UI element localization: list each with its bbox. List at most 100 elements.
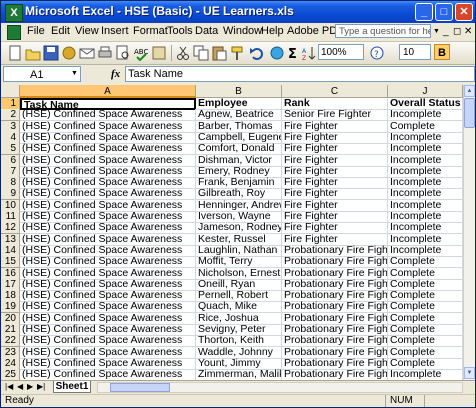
doc-close-button[interactable]: ✕: [464, 26, 472, 37]
select-all-corner[interactable]: [1, 85, 20, 98]
window-title: Microsoft Excel - HSE (Basic) - UE Learn…: [25, 4, 294, 18]
hyperlink-icon[interactable]: [269, 45, 285, 61]
sheet-tab-sheet1[interactable]: Sheet1: [53, 381, 91, 393]
close-button[interactable]: ✕: [455, 3, 473, 21]
row-header[interactable]: 15: [1, 256, 20, 268]
table-cell[interactable]: Gilbreath, Roy: [196, 188, 282, 200]
permission-icon[interactable]: [61, 45, 77, 61]
row-header[interactable]: 22: [1, 335, 20, 347]
print-icon[interactable]: [97, 45, 113, 61]
autosum-icon[interactable]: Σ: [285, 45, 301, 62]
copy-icon[interactable]: [193, 45, 209, 61]
maximize-button[interactable]: □: [435, 3, 453, 21]
scroll-down-button[interactable]: ▼: [464, 367, 475, 379]
menu-file[interactable]: File: [27, 25, 45, 37]
spelling-icon[interactable]: ABC: [133, 45, 149, 62]
scroll-up-button[interactable]: ▲: [464, 85, 475, 97]
menu-data[interactable]: Data: [195, 25, 218, 37]
new-icon[interactable]: [7, 45, 23, 61]
workbook-icon[interactable]: [7, 25, 21, 40]
cut-icon[interactable]: [175, 45, 191, 61]
table-cell[interactable]: Thorton, Keith: [196, 335, 282, 347]
sort-icon[interactable]: AZ: [301, 45, 317, 62]
table-cell[interactable]: (HSE) Confined Space Awareness: [20, 256, 196, 268]
row-header[interactable]: 9: [1, 188, 20, 200]
horizontal-scroll-thumb[interactable]: [110, 383, 170, 392]
formula-input[interactable]: Task Name: [125, 66, 475, 82]
doc-minimize-button[interactable]: _: [443, 26, 449, 37]
column-header-j[interactable]: J: [388, 85, 463, 98]
table-cell[interactable]: Incomplete: [388, 109, 463, 121]
table-cell[interactable]: Fire Fighter: [282, 188, 388, 200]
table-cell[interactable]: Incomplete: [388, 143, 463, 155]
research-icon[interactable]: [151, 45, 167, 61]
table-cell[interactable]: Comfort, Donald: [196, 143, 282, 155]
menu-format[interactable]: Format: [133, 25, 168, 37]
menu-window[interactable]: Window: [223, 25, 262, 37]
table-cell[interactable]: Quach, Mike: [196, 301, 282, 313]
horizontal-scrollbar[interactable]: [97, 382, 463, 393]
save-icon[interactable]: [43, 45, 59, 61]
excel-app-icon[interactable]: X: [5, 4, 23, 22]
print-preview-icon[interactable]: [115, 45, 131, 61]
undo-icon[interactable]: [249, 45, 265, 61]
menu-insert[interactable]: Insert: [101, 25, 129, 37]
row-header[interactable]: 19: [1, 301, 20, 313]
standard-toolbar: ABC Σ AZ 100% ? 10 B: [1, 42, 475, 65]
prev-sheet-icon[interactable]: ◀: [17, 382, 23, 391]
format-painter-icon[interactable]: [229, 45, 245, 61]
vertical-scroll-thumb[interactable]: [464, 98, 475, 128]
row-header[interactable]: 2: [1, 109, 20, 121]
row-header[interactable]: 12: [1, 222, 20, 234]
table-cell[interactable]: (HSE) Confined Space Awareness: [20, 335, 196, 347]
table-cell[interactable]: Jameson, Rodney: [196, 222, 282, 234]
open-icon[interactable]: [25, 45, 41, 61]
table-cell[interactable]: Probationary Fire Fighter: [282, 256, 388, 268]
table-cell[interactable]: Agnew, Beatrice: [196, 109, 282, 121]
table-cell[interactable]: (HSE) Confined Space Awareness: [20, 143, 196, 155]
font-size-select[interactable]: 10: [399, 44, 431, 60]
help-icon[interactable]: ?: [369, 45, 385, 61]
row-header[interactable]: 5: [1, 143, 20, 155]
menu-help[interactable]: Help: [261, 25, 284, 37]
name-box[interactable]: A1: [3, 66, 81, 82]
help-search-input[interactable]: Type a question for help: [335, 24, 431, 38]
table-cell[interactable]: Complete: [388, 301, 463, 313]
vertical-scrollbar[interactable]: ▲ ▼: [463, 85, 475, 380]
spreadsheet-grid: A B C J 1 Task Name Employee Rank Overall St…: [1, 85, 475, 381]
table-cell[interactable]: Probationary Fire Fighter: [282, 335, 388, 347]
paste-icon[interactable]: [211, 45, 227, 61]
table-cell[interactable]: (HSE) Confined Space Awareness: [20, 188, 196, 200]
table-cell[interactable]: Complete: [388, 335, 463, 347]
column-header-a[interactable]: A: [20, 85, 196, 98]
insert-function-icon[interactable]: fx: [111, 68, 120, 80]
bold-button[interactable]: B: [434, 44, 450, 60]
table-cell[interactable]: (HSE) Confined Space Awareness: [20, 222, 196, 234]
table-cell[interactable]: (HSE) Confined Space Awareness: [20, 109, 196, 121]
column-header-c[interactable]: C: [282, 85, 388, 98]
column-header-b[interactable]: B: [196, 85, 282, 98]
doc-restore-button[interactable]: ◻: [453, 26, 461, 37]
table-cell[interactable]: Senior Fire Fighter: [282, 109, 388, 121]
table-cell[interactable]: Fire Fighter: [282, 222, 388, 234]
table-cell[interactable]: Complete: [388, 256, 463, 268]
next-sheet-icon[interactable]: ▶: [27, 382, 33, 391]
minimize-button[interactable]: _: [415, 3, 433, 21]
last-sheet-icon[interactable]: ▶|: [37, 382, 45, 391]
sheet-tab-bar: |◀ ◀ ▶ ▶| Sheet1: [1, 380, 475, 394]
help-dropdown-icon[interactable]: ▼: [433, 28, 440, 35]
table-cell[interactable]: Incomplete: [388, 188, 463, 200]
zoom-select[interactable]: 100%: [318, 44, 364, 60]
first-sheet-icon[interactable]: |◀: [5, 382, 13, 391]
name-box-dropdown-icon[interactable]: ▼: [71, 70, 78, 77]
email-icon[interactable]: [79, 45, 95, 61]
menu-tools[interactable]: Tools: [167, 25, 193, 37]
menu-view[interactable]: View: [75, 25, 99, 37]
menu-edit[interactable]: Edit: [51, 25, 70, 37]
table-cell[interactable]: Probationary Fire Fighter: [282, 301, 388, 313]
svg-text:A: A: [302, 48, 307, 55]
table-cell[interactable]: (HSE) Confined Space Awareness: [20, 301, 196, 313]
table-cell[interactable]: Incomplete: [388, 222, 463, 234]
table-cell[interactable]: Fire Fighter: [282, 143, 388, 155]
table-cell[interactable]: Moffit, Terry: [196, 256, 282, 268]
